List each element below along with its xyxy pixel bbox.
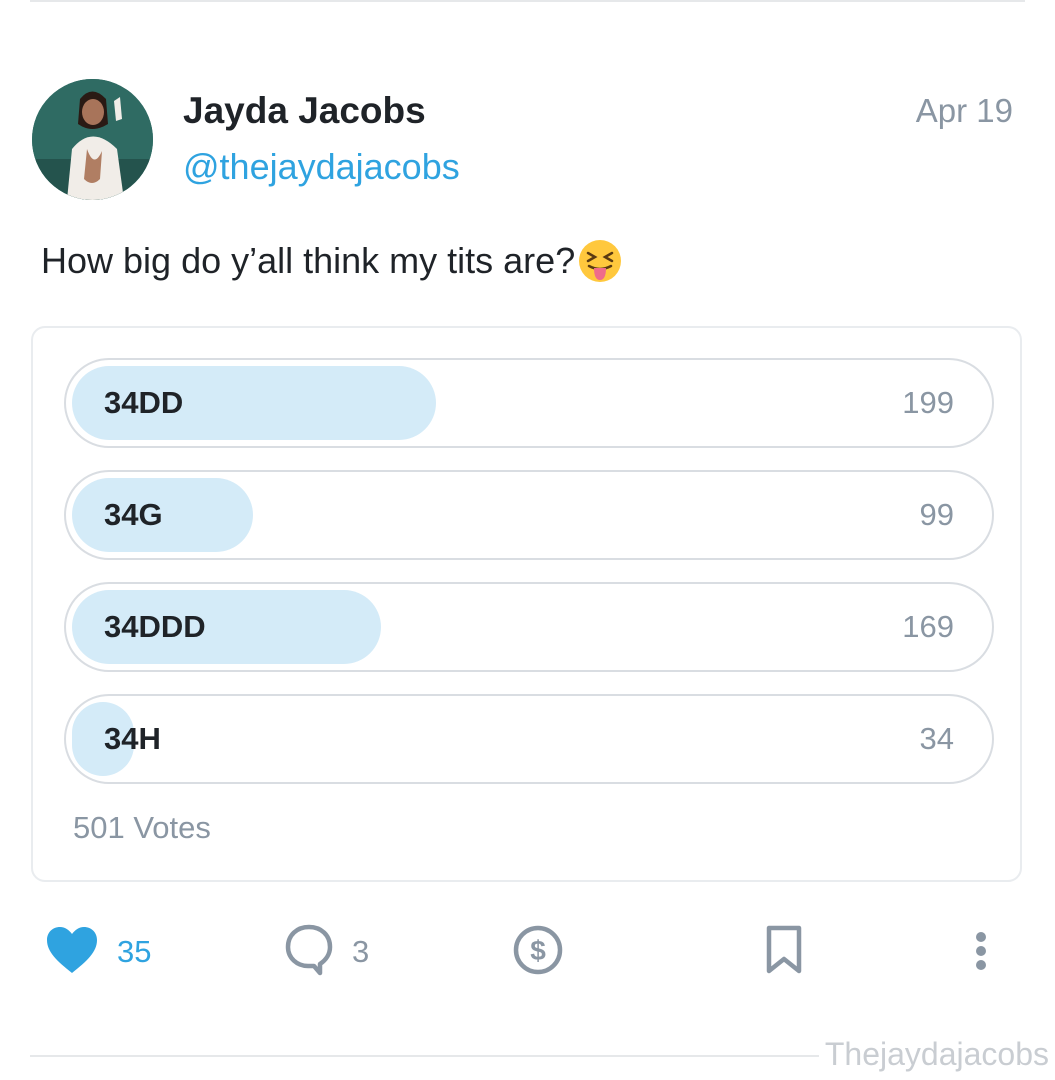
comment-button[interactable]: 3 xyxy=(284,920,369,984)
watermark: Thejaydajacobs xyxy=(818,1036,1049,1073)
action-bar: 35 3 $ xyxy=(0,920,1055,984)
poll-option-34dd[interactable]: 34DD 199 xyxy=(64,358,994,448)
dollar-coin-icon: $ xyxy=(511,923,565,982)
poll-option-label: 34DDD xyxy=(104,609,206,644)
poll-option-label: 34G xyxy=(104,497,163,532)
poll-option-count: 199 xyxy=(902,385,954,420)
comment-bubble-icon xyxy=(284,923,334,982)
bookmark-icon xyxy=(762,923,806,982)
comment-count: 3 xyxy=(352,934,370,969)
bookmark-button[interactable] xyxy=(762,920,806,984)
heart-icon xyxy=(45,925,99,980)
post-page: Jayda Jacobs @thejaydajacobs Apr 19 How … xyxy=(0,0,1055,1080)
poll-total-votes: 501 Votes xyxy=(73,810,211,845)
poll-option-label: 34H xyxy=(104,721,161,756)
poll-option-count: 34 xyxy=(919,721,954,756)
post-text-content: How big do y’all think my tits are? xyxy=(41,240,576,281)
squinting-face-with-tongue-emoji xyxy=(577,238,623,284)
author-name[interactable]: Jayda Jacobs xyxy=(183,90,426,132)
avatar[interactable] xyxy=(32,79,153,200)
post-text: How big do y’all think my tits are? xyxy=(41,238,623,284)
poll-option-34ddd[interactable]: 34DDD 169 xyxy=(64,582,994,672)
tip-button[interactable]: $ xyxy=(511,920,565,984)
poll-option-34h[interactable]: 34H 34 xyxy=(64,694,994,784)
poll-option-count: 99 xyxy=(919,497,954,532)
top-divider xyxy=(30,0,1025,2)
poll-option-label: 34DD xyxy=(104,385,184,420)
post-date: Apr 19 xyxy=(915,92,1013,129)
like-count: 35 xyxy=(117,934,152,969)
poll-option-34g[interactable]: 34G 99 xyxy=(64,470,994,560)
more-button[interactable] xyxy=(968,920,994,984)
author-handle[interactable]: @thejaydajacobs xyxy=(183,146,460,188)
poll-card: 34DD 199 34G 99 34DDD 169 34H 34 501 Vot… xyxy=(31,326,1022,882)
like-button[interactable]: 35 xyxy=(45,920,151,984)
poll-option-count: 169 xyxy=(902,609,954,644)
more-vertical-icon xyxy=(968,923,994,982)
svg-text:$: $ xyxy=(530,935,546,966)
